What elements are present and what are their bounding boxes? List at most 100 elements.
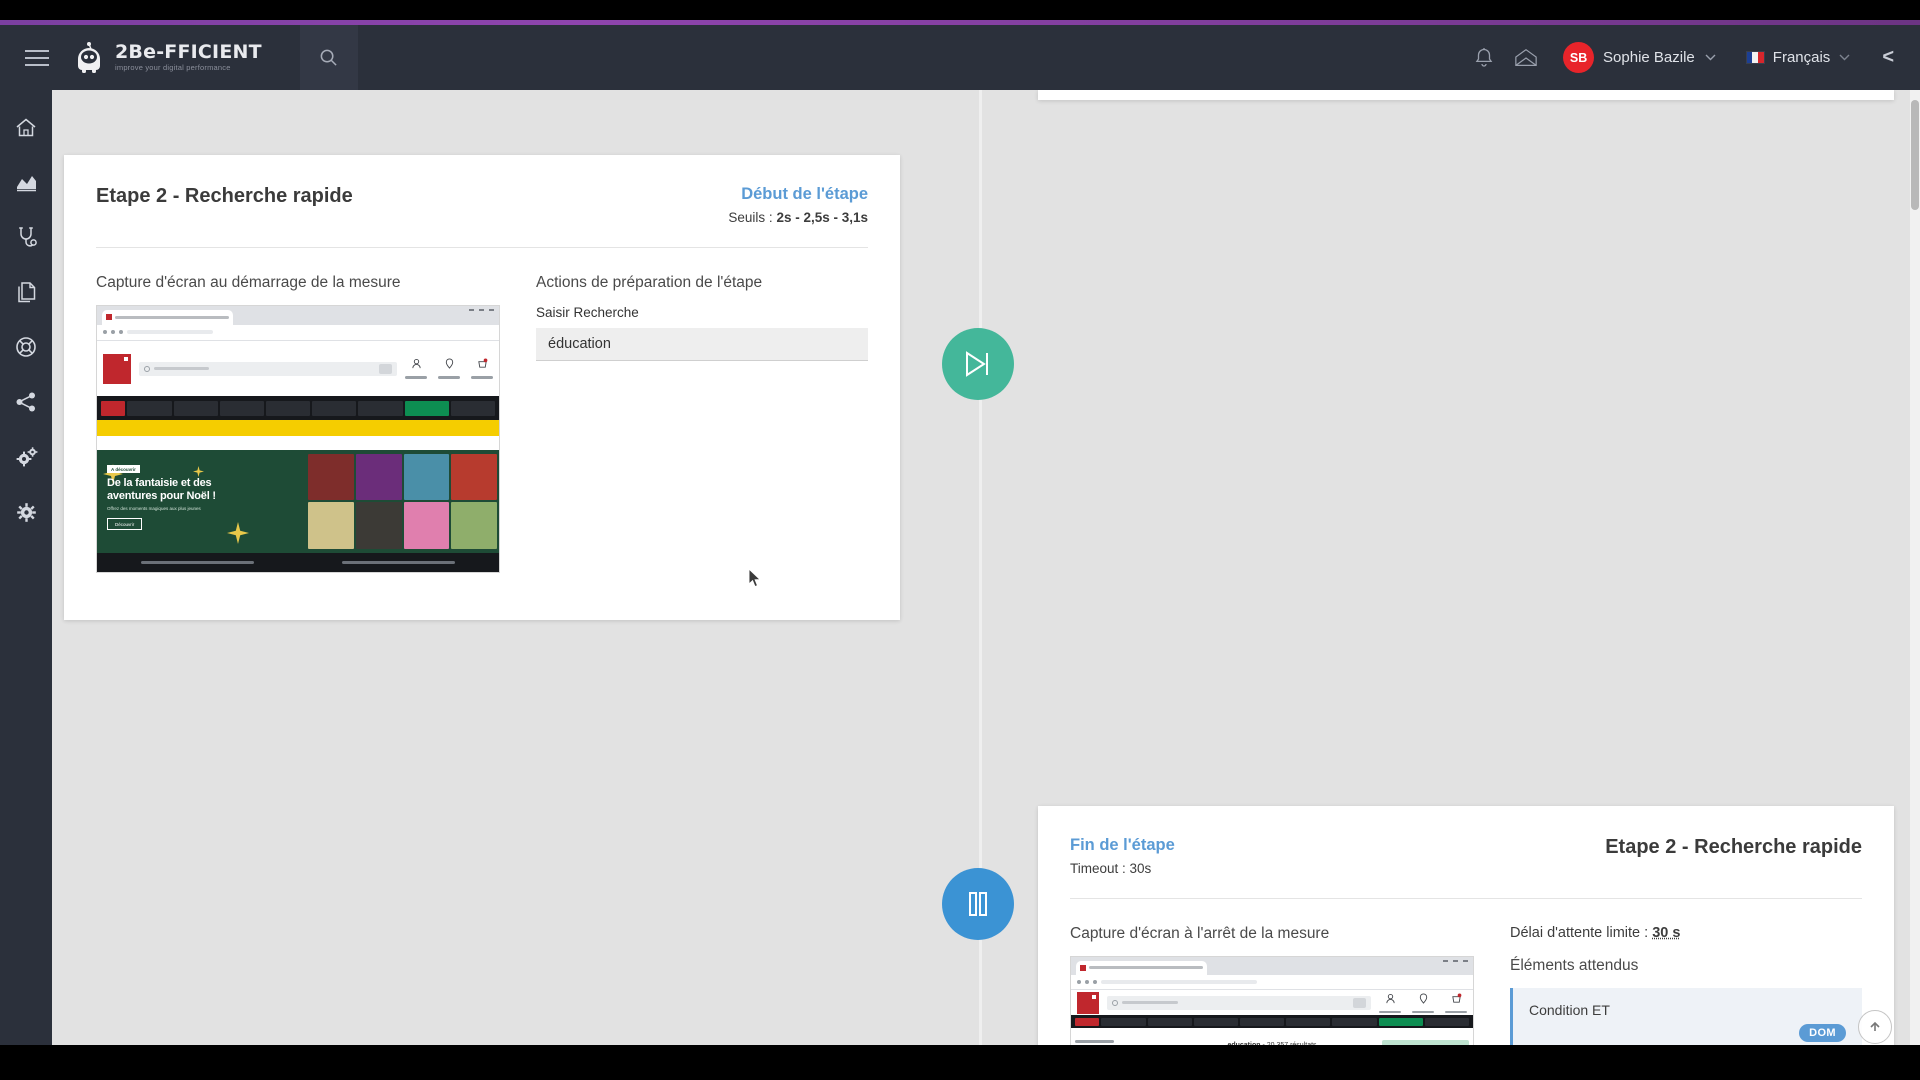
step-end-timeline-button[interactable] [942,868,1014,940]
step-end-body: Capture d'écran à l'arrêt de la mesure D… [1070,925,1862,1045]
cart-icon [477,358,487,368]
language-label: Français [1772,49,1831,66]
site-header [97,340,499,397]
book-cover [308,502,354,550]
sidebar-item-settings[interactable] [6,497,46,527]
site-breadcrumb [1071,1028,1473,1036]
step-end-divider [1070,898,1862,899]
step-end-title: Etape 2 - Recherche rapide [1605,836,1862,858]
hamburger-icon[interactable] [8,49,66,66]
wait-limit-line: Délai d'attente limite : 30 s [1510,925,1862,941]
step-start-timeline-button[interactable] [942,328,1014,400]
wait-limit-prefix: Délai d'attente limite : [1510,925,1653,941]
notifications-button[interactable] [1463,37,1505,79]
thresholds-prefix: Seuils : [728,210,777,225]
step-end-timeout: Timeout : 30s [1070,861,1152,876]
thresholds-values: 2s - 2,5s - 3,1s [776,210,868,225]
book-cover [403,453,450,501]
gears-icon [16,447,37,467]
scroll-to-top-button[interactable] [1858,1010,1892,1044]
vertical-scrollbar[interactable] [1910,90,1920,1045]
top-header: 2Be-FFICIENT improve your digital perfor… [0,25,1920,90]
hero-tag: A découvrir [107,465,140,474]
envelope-icon [1515,48,1537,66]
step-end-screenshot[interactable]: education - 20 357 résultats [1070,956,1474,1045]
site-logo-icon [1077,991,1099,1014]
sidebar-item-monitoring[interactable] [6,222,46,252]
tab-title-placeholder [115,315,229,319]
scrollbar-thumb[interactable] [1911,100,1919,210]
arrow-up-icon [1870,1021,1880,1031]
sidebar-item-home[interactable] [6,112,46,142]
pin-icon [445,358,453,370]
pause-icon [969,892,987,916]
site-most-wanted [97,571,499,572]
action-field-value[interactable]: éducation [536,328,868,361]
book-cover [403,502,450,550]
browser-urlbar [97,324,499,340]
step-start-body: Capture d'écran au démarrage de la mesur… [96,274,868,573]
site-action-stores [1412,993,1434,1014]
step-end-screenshot-label: Capture d'écran à l'arrêt de la mesure [1070,925,1330,942]
window-controls [1443,960,1468,962]
previous-step-card-partial [1038,90,1894,100]
share-nodes-icon [16,392,35,412]
chevron-down-icon [1839,52,1850,64]
user-menu[interactable]: SB Sophie Bazile [1563,42,1716,73]
browser-chrome [97,306,499,341]
step-start-title: Etape 2 - Recherche rapide [96,185,353,207]
collapse-panel-button[interactable]: < [1882,46,1894,69]
site-account-actions [1379,993,1467,1014]
left-sidebar [0,90,52,1045]
browser-tabbar [97,306,499,325]
book-cover [451,453,497,501]
step-start-actions-col: Actions de préparation de l'étape Saisir… [536,274,868,573]
hero-footer-strip [97,553,499,572]
step-start-screenshot-label: Capture d'écran au démarrage de la mesur… [96,274,401,291]
step-start-divider [96,247,868,248]
wait-limit-value: 30 s [1652,925,1681,941]
tab-favicon-icon [1080,964,1086,971]
step-start-phase-label: Début de l'étape [741,185,868,203]
brand-tagline: improve your digital performance [115,63,231,73]
stethoscope-icon [18,227,37,247]
step-end-screenshot-col: Capture d'écran à l'arrêt de la mesure [1070,925,1474,1045]
site-promo-banner [97,420,499,437]
step-start-card: Etape 2 - Recherche rapide Début de l'ét… [64,155,900,620]
chart-area-icon [16,176,36,192]
hero-subtitle: Offrez des moments magiques aux plus jeu… [107,506,201,512]
language-selector[interactable]: Français [1745,49,1851,66]
main-content-area: Etape 2 - Recherche rapide Début de l'ét… [52,90,1910,1045]
step-start-screenshot[interactable]: A découvrir De la fantaisie et des avent… [96,305,500,573]
site-search-field [1107,995,1371,1010]
avatar: SB [1563,42,1595,73]
sidebar-item-tools[interactable] [6,442,46,472]
site-action-cart [471,358,493,379]
bell-icon [1475,48,1493,67]
chevron-down-icon [1705,52,1716,64]
sidebar-item-reports[interactable] [6,277,46,307]
results-filters [1075,1039,1162,1045]
sidebar-item-share[interactable] [6,387,46,417]
browser-tabbar [1071,957,1473,975]
browser-chrome [1071,957,1473,991]
browser-tab [102,310,233,325]
skip-forward-icon [966,351,988,377]
book-cover [355,502,402,550]
hero-book-grid [306,450,499,554]
brand-title: 2Be-FFICIENT [115,41,262,64]
hero-title-line2: aventures pour Noël ! [107,489,216,502]
status-badge: DOM [1799,1024,1846,1042]
messages-button[interactable] [1505,37,1547,79]
site-header [1071,990,1473,1016]
header-search-button[interactable] [299,25,358,90]
step-start-header: Etape 2 - Recherche rapide Début de l'ét… [96,185,868,225]
results-main: education - 20 357 résultats [1167,1040,1378,1045]
robot-mascot-icon [72,41,106,75]
user-icon [411,359,421,369]
hero-cta-button: Découvrir [107,518,143,531]
step-start-meta: Début de l'étape Seuils : 2s - 2,5s - 3,… [728,185,868,225]
sidebar-item-support[interactable] [6,332,46,362]
sidebar-item-analytics[interactable] [6,167,46,197]
brand-logo[interactable]: 2Be-FFICIENT improve your digital perfor… [72,41,262,75]
